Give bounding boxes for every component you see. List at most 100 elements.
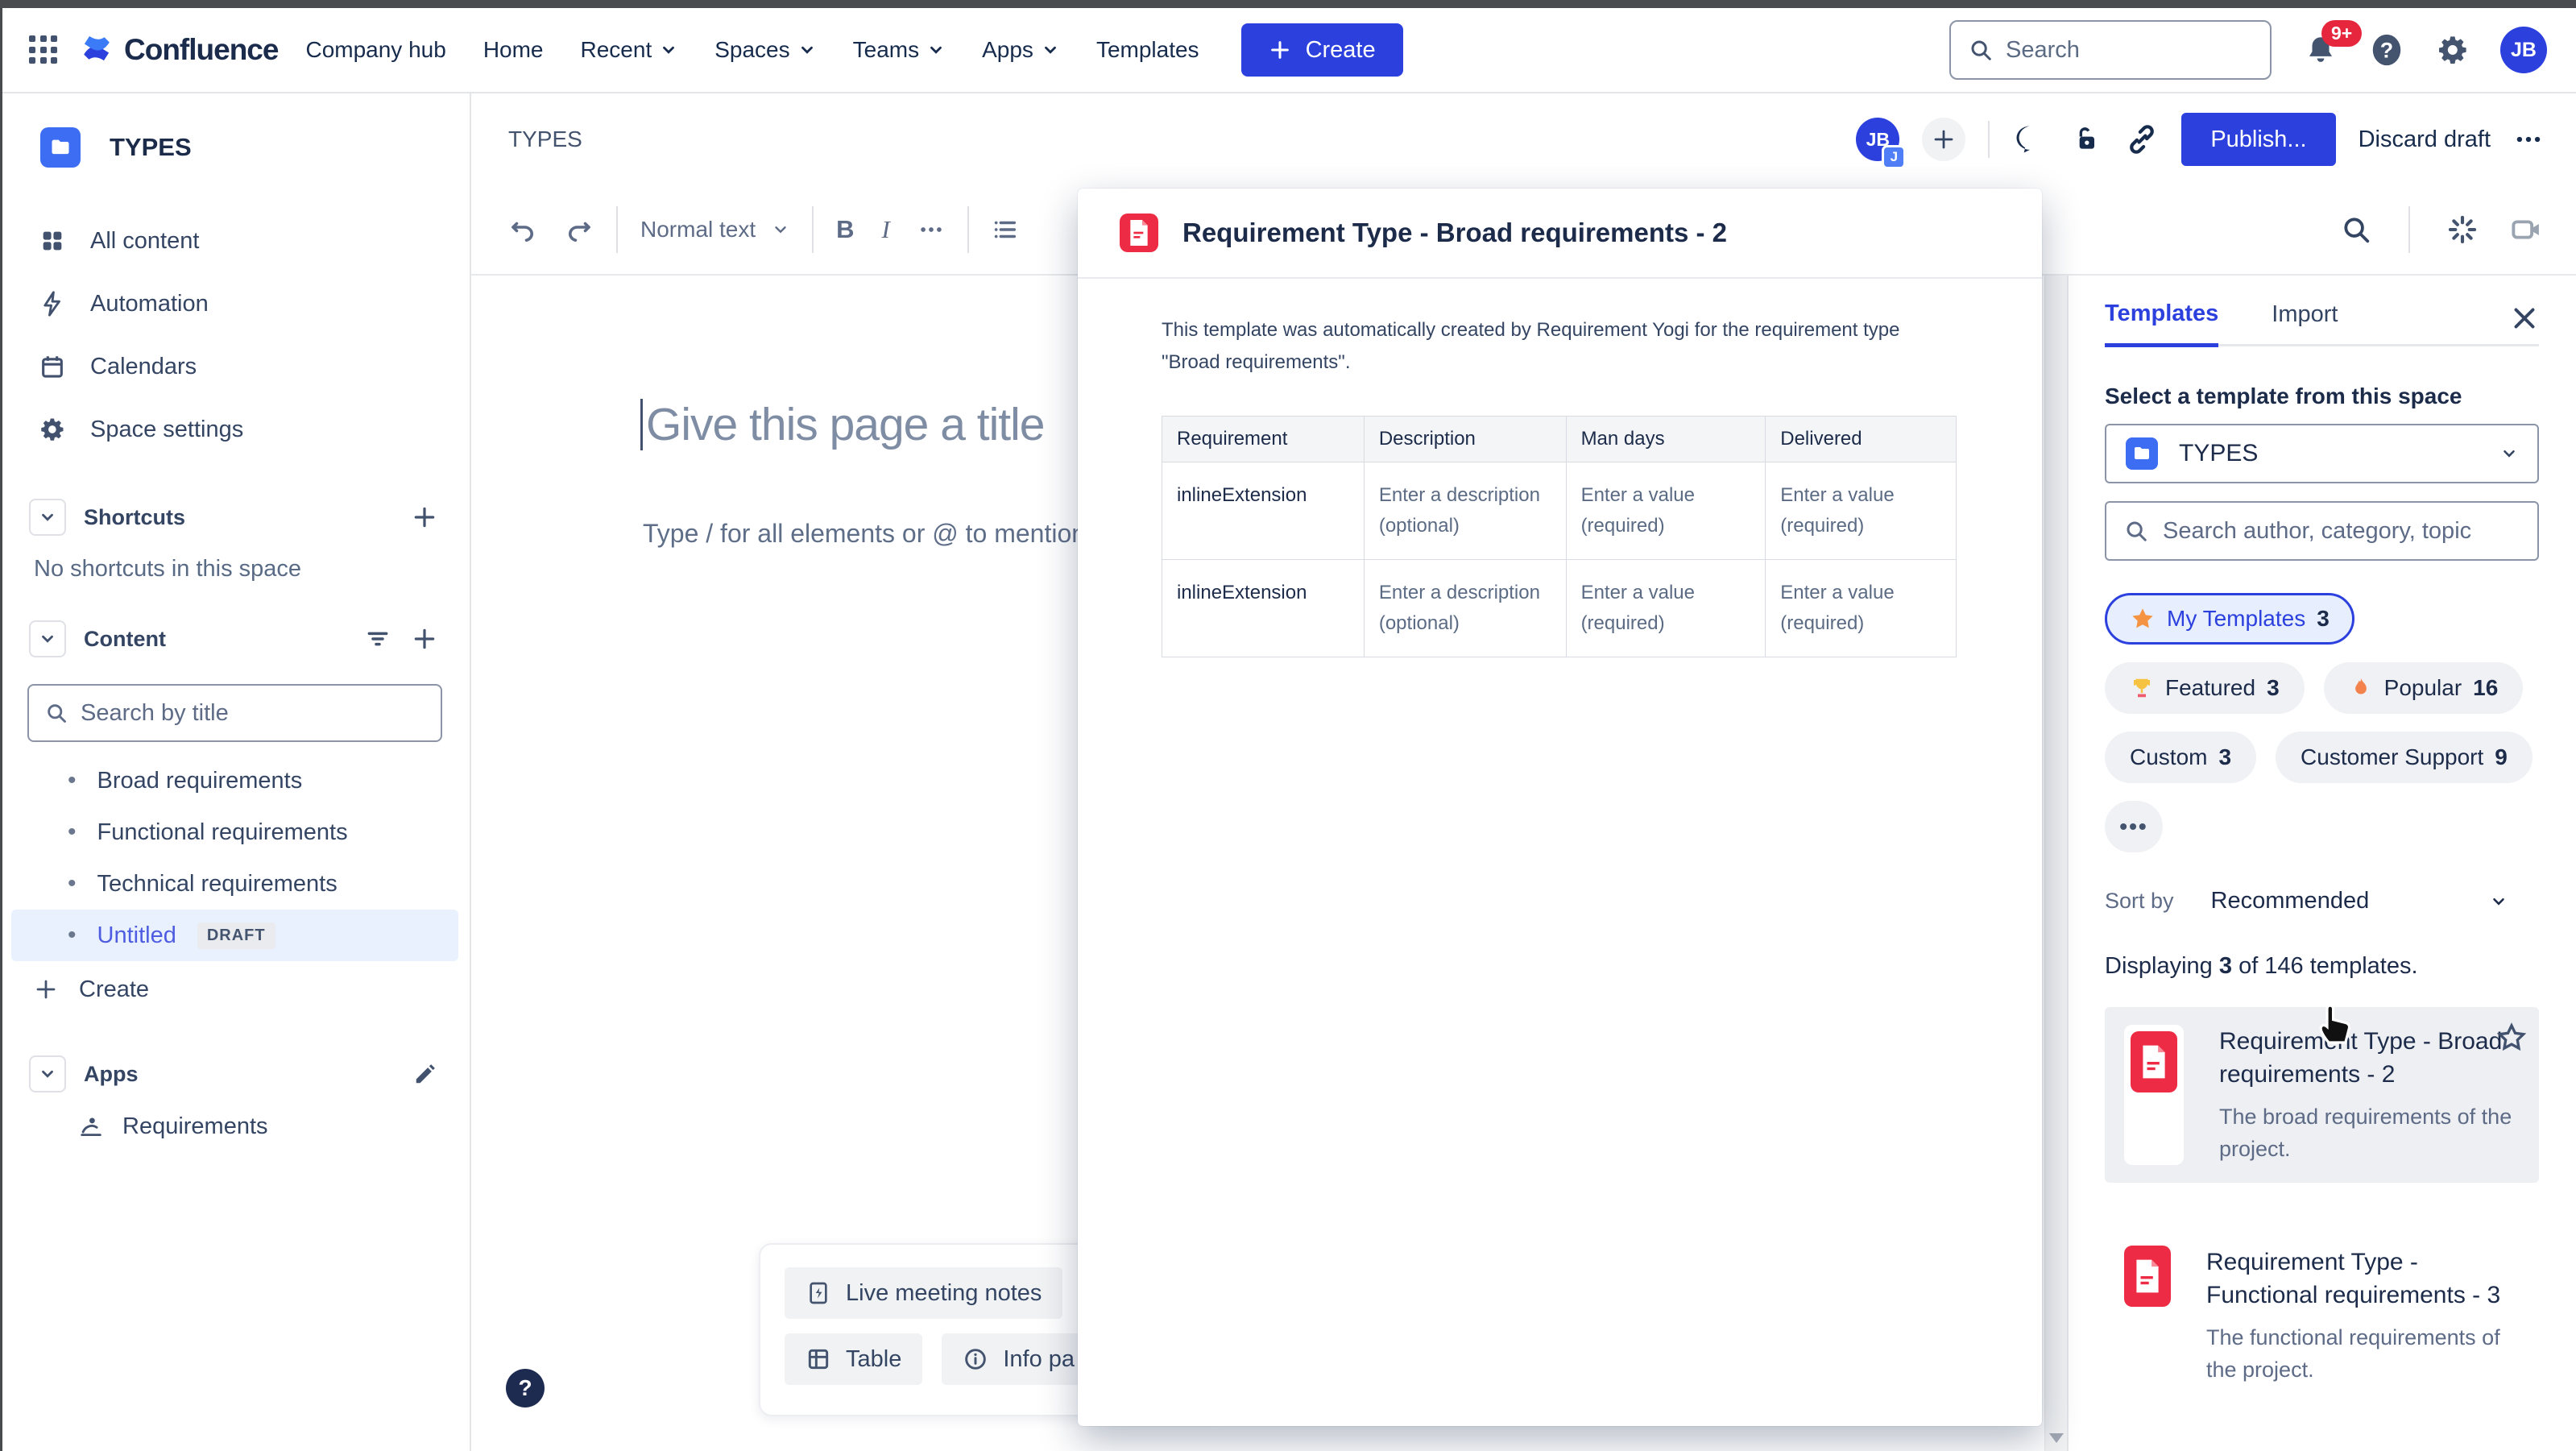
avatar-mini-badge: J xyxy=(1882,145,1906,169)
sidebar-search[interactable] xyxy=(27,684,442,742)
template-search-input[interactable] xyxy=(2163,518,2517,545)
text-caret xyxy=(640,399,643,450)
add-shortcut-icon[interactable] xyxy=(412,504,437,530)
more-options-button[interactable] xyxy=(2513,124,2544,155)
template-card-broad[interactable]: Requirement Type - Broad requirements - … xyxy=(2105,1007,2539,1183)
breadcrumb[interactable]: TYPES xyxy=(508,126,582,152)
apps-title: Apps xyxy=(84,1062,139,1087)
close-panel-button[interactable] xyxy=(2510,304,2539,333)
global-search[interactable] xyxy=(1949,20,2272,80)
undo-button[interactable] xyxy=(508,215,537,244)
template-card-technical[interactable]: Requirement Type - Technical requirement… xyxy=(2105,1436,2539,1451)
collaborator-avatar[interactable]: JB J xyxy=(1856,118,1899,161)
page-item-untitled-draft[interactable]: • Untitled DRAFT xyxy=(11,910,458,961)
user-avatar[interactable]: JB xyxy=(2500,27,2547,73)
nav-item-templates[interactable]: Templates xyxy=(1096,37,1199,63)
fullscreen-toggle-icon[interactable] xyxy=(2447,214,2478,245)
template-table: Requirement Description Man days Deliver… xyxy=(1162,416,1957,657)
sidebar-item-all-content[interactable]: All content xyxy=(0,209,470,272)
sort-select[interactable]: Recommended xyxy=(2211,888,2370,914)
comments-button[interactable] xyxy=(2012,122,2048,157)
template-description: The broad requirements of the project. xyxy=(2219,1101,2520,1165)
chevron-down-icon xyxy=(660,41,677,59)
star-icon xyxy=(2130,606,2156,632)
space-folder-icon xyxy=(2126,437,2158,470)
find-in-page-button[interactable] xyxy=(2341,214,2371,245)
template-description: This template was automatically created … xyxy=(1162,314,1935,379)
template-title: Requirement Type - Broad requirements - … xyxy=(2219,1025,2520,1091)
publish-button[interactable]: Publish... xyxy=(2181,113,2335,166)
sidebar-app-requirements[interactable]: Requirements xyxy=(0,1098,470,1155)
flame-icon xyxy=(2349,676,2373,700)
page-item-broad-requirements[interactable]: • Broad requirements xyxy=(11,755,458,806)
add-content-icon[interactable] xyxy=(412,626,437,652)
filter-featured[interactable]: Featured 3 xyxy=(2105,662,2305,714)
editor-scrollbar[interactable] xyxy=(2044,256,2067,1451)
help-button[interactable]: ? xyxy=(2368,31,2405,68)
info-panel-button[interactable]: Info pa xyxy=(942,1333,1095,1385)
sidebar-item-automation[interactable]: Automation xyxy=(0,272,470,335)
scroll-down-arrow[interactable] xyxy=(2049,1433,2064,1443)
search-input[interactable] xyxy=(2006,37,2231,64)
table-row: inlineExtension Enter a description (opt… xyxy=(1162,462,1957,560)
table-cell: inlineExtension xyxy=(1162,462,1365,560)
space-header[interactable]: TYPES xyxy=(0,127,470,168)
sidebar-create-button[interactable]: Create xyxy=(0,961,470,1018)
table-button[interactable]: Table xyxy=(785,1333,922,1385)
page-item-technical-requirements[interactable]: • Technical requirements xyxy=(11,858,458,910)
tab-templates[interactable]: Templates xyxy=(2105,301,2218,347)
space-selector[interactable]: TYPES xyxy=(2105,424,2539,483)
template-card-functional[interactable]: Requirement Type - Functional requiremen… xyxy=(2105,1228,2539,1403)
nav-item-company-hub[interactable]: Company hub xyxy=(305,37,445,63)
app-switcher-icon[interactable] xyxy=(29,35,58,64)
page-body-placeholder[interactable]: Type / for all elements or @ to mention xyxy=(643,519,1086,549)
search-by-title-input[interactable] xyxy=(81,700,403,727)
filter-customer-support[interactable]: Customer Support 9 xyxy=(2276,732,2533,783)
invite-button[interactable] xyxy=(1922,118,1965,161)
live-meeting-notes-button[interactable]: Live meeting notes xyxy=(785,1267,1062,1319)
chevron-down-icon xyxy=(1042,41,1059,59)
nav-item-recent[interactable]: Recent xyxy=(581,37,678,63)
settings-button[interactable] xyxy=(2436,33,2470,67)
filter-custom[interactable]: Custom 3 xyxy=(2105,732,2256,783)
star-outline-icon[interactable] xyxy=(2495,1022,2528,1058)
page-title-placeholder[interactable]: Give this page a title xyxy=(646,398,1044,451)
list-button[interactable] xyxy=(992,216,1019,243)
page-item-functional-requirements[interactable]: • Functional requirements xyxy=(11,806,458,858)
pencil-icon[interactable] xyxy=(413,1062,437,1086)
sidebar-item-calendars[interactable]: Calendars xyxy=(0,335,470,398)
unlock-icon xyxy=(2070,123,2102,155)
notifications-button[interactable]: 9+ xyxy=(2304,33,2338,67)
filter-my-templates[interactable]: My Templates 3 xyxy=(2105,593,2354,645)
column-header: Delivered xyxy=(1766,417,1957,462)
nav-item-apps[interactable]: Apps xyxy=(982,37,1059,63)
sidebar-item-space-settings[interactable]: Space settings xyxy=(0,398,470,461)
create-button[interactable]: Create xyxy=(1241,23,1403,77)
more-formatting-button[interactable] xyxy=(917,216,945,243)
editor-help-button[interactable]: ? xyxy=(506,1369,545,1407)
italic-button[interactable]: I xyxy=(882,215,890,244)
video-button[interactable] xyxy=(2510,213,2544,247)
column-header: Description xyxy=(1364,417,1566,462)
filter-icon[interactable] xyxy=(365,626,391,652)
redo-button[interactable] xyxy=(565,215,594,244)
bold-button[interactable]: B xyxy=(836,215,854,244)
link-button[interactable] xyxy=(2125,122,2159,156)
more-filters-button[interactable]: ••• xyxy=(2105,801,2163,852)
filter-popular[interactable]: Popular 16 xyxy=(2324,662,2524,714)
tab-import[interactable]: Import xyxy=(2272,301,2338,344)
template-search[interactable] xyxy=(2105,501,2539,561)
search-icon xyxy=(45,702,68,724)
confluence-logo[interactable]: Confluence xyxy=(79,31,278,70)
chevron-down-icon xyxy=(798,41,816,59)
collapse-content-button[interactable] xyxy=(29,620,66,657)
discard-draft-button[interactable]: Discard draft xyxy=(2359,126,2491,153)
collapse-shortcuts-button[interactable] xyxy=(29,499,66,536)
shortcuts-section-header: Shortcuts xyxy=(0,493,470,541)
restrictions-button[interactable] xyxy=(2070,123,2102,155)
nav-item-teams[interactable]: Teams xyxy=(853,37,945,63)
nav-item-spaces[interactable]: Spaces xyxy=(714,37,815,63)
collapse-apps-button[interactable] xyxy=(29,1055,66,1092)
nav-item-home[interactable]: Home xyxy=(483,37,544,63)
text-style-select[interactable]: Normal text xyxy=(640,217,789,243)
